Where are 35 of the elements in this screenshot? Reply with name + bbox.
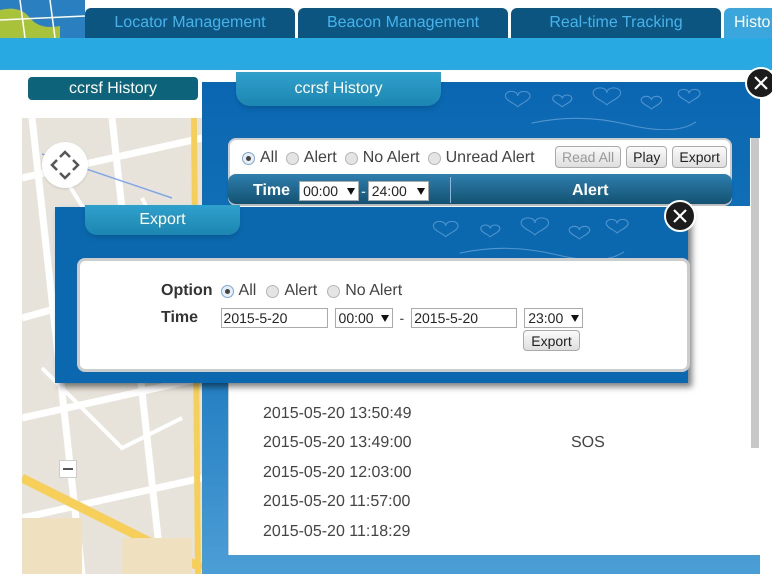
radio-label: All xyxy=(238,281,256,301)
zoom-out-button[interactable] xyxy=(59,460,77,478)
radio-label: No Alert xyxy=(362,148,420,168)
radio-label: Alert xyxy=(304,148,337,168)
export-button[interactable]: Export xyxy=(523,330,580,351)
date-field[interactable]: 2015-5-20 xyxy=(220,308,328,328)
caret-icon xyxy=(571,314,580,322)
time-select[interactable]: 24:00 xyxy=(368,181,429,201)
alert-header: Alert xyxy=(572,181,608,201)
radio-label: No Alert xyxy=(345,281,402,301)
time-cell-text: 2015-05-20 12:03:00 xyxy=(263,462,413,483)
date-field[interactable]: 2015-5-20 xyxy=(411,308,518,328)
time-cell-text: 2015-05-20 11:18:29 xyxy=(263,522,412,542)
option-label: Option xyxy=(161,281,213,301)
separator-text: - xyxy=(400,308,404,328)
caret-icon xyxy=(416,188,425,194)
time-label: Time xyxy=(161,308,200,328)
toolbar-button[interactable]: Export xyxy=(672,146,727,168)
caret-icon xyxy=(347,188,356,194)
time-select[interactable]: 23:00 xyxy=(524,308,584,328)
time-select[interactable]: 00:00 xyxy=(334,308,393,328)
time-select[interactable]: 00:00 xyxy=(299,181,360,201)
time-cell-text: 2015-05-20 13:50:49 xyxy=(263,404,413,424)
radio-label: Alert xyxy=(284,281,318,301)
radio-label: All xyxy=(260,148,278,168)
radio-label: Unread Alert xyxy=(446,148,535,168)
time-cell-text: 2015-05-20 13:49:00 xyxy=(263,433,413,454)
time-label: Time xyxy=(253,181,290,201)
minus-icon xyxy=(63,468,73,470)
time-cell-text: 2015-05-20 11:57:00 xyxy=(263,492,412,512)
separator-text: - xyxy=(361,182,366,200)
toolbar-button[interactable]: Play xyxy=(626,146,668,168)
alert-cell-text: SOS xyxy=(571,433,605,454)
caret-icon xyxy=(380,314,389,322)
panel-title: ccrsf History xyxy=(28,77,198,100)
